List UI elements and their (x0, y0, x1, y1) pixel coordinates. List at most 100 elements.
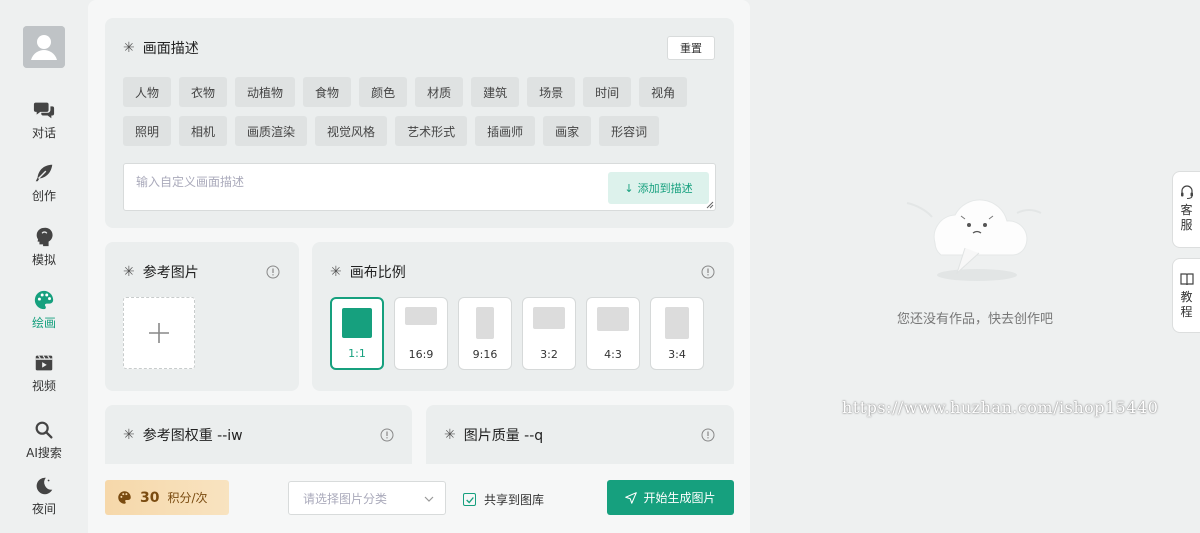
ratio-label: 16:9 (408, 348, 434, 361)
nav-label-ai-search: AI搜索 (26, 446, 62, 460)
ratio-shape (476, 307, 494, 339)
reference-title: ✳ 参考图片 (123, 262, 199, 282)
weight-title-text: 参考图权重 --iw (142, 428, 243, 444)
generate-image-button[interactable]: 开始生成图片 (607, 480, 734, 515)
info-icon[interactable] (701, 428, 715, 442)
ratio-option-9-16[interactable]: 9:16 (458, 297, 512, 370)
nav-item-draw[interactable]: 绘画 (0, 289, 88, 331)
moon-icon (33, 475, 55, 497)
plus-icon (149, 323, 169, 343)
points-value: 30 (140, 489, 160, 506)
nav-item-ai-search[interactable]: AI搜索 (0, 419, 88, 461)
ratio-shape (597, 307, 629, 331)
share-to-gallery: 共享到图库 (463, 491, 544, 508)
nav-item-chat[interactable]: 对话 (0, 99, 88, 141)
chat-icon (33, 99, 55, 121)
description-title: ✳ 画面描述 (123, 38, 199, 58)
bottom-bar: 30 积分/次 请选择图片分类 共享到图库 开始生成图片 (88, 464, 750, 533)
nav-label-create: 创作 (31, 189, 56, 203)
tag-button[interactable]: 插画师 (475, 116, 536, 146)
ratio-option-3-2[interactable]: 3:2 (522, 297, 576, 370)
tag-button[interactable]: 画质渲染 (235, 116, 308, 146)
tag-button[interactable]: 人物 (123, 77, 172, 107)
resize-grip-icon[interactable] (706, 201, 714, 209)
tag-button[interactable]: 时间 (583, 77, 632, 107)
description-input[interactable] (136, 172, 596, 192)
nav-label-night-mode: 夜间 (31, 502, 56, 516)
tag-button[interactable]: 衣物 (179, 77, 228, 107)
tag-button[interactable]: 动植物 (235, 77, 296, 107)
tag-row-1: 人物 衣物 动植物 食物 颜色 材质 建筑 场景 时间 视角 (123, 77, 723, 107)
ratio-option-16-9[interactable]: 16:9 (394, 297, 448, 370)
ratio-option-4-3[interactable]: 4:3 (586, 297, 640, 370)
send-icon (625, 491, 638, 504)
customer-service-button[interactable]: 客 服 (1172, 171, 1200, 248)
nav-item-video[interactable]: 视频 (0, 352, 88, 394)
ratio-label: 9:16 (472, 348, 498, 361)
ratio-option-1-1[interactable]: 1:1 (330, 297, 384, 370)
reference-title-text: 参考图片 (142, 265, 199, 281)
tag-button[interactable]: 建筑 (471, 77, 520, 107)
search-icon (33, 419, 55, 441)
tag-button[interactable]: 相机 (179, 116, 228, 146)
tag-button[interactable]: 颜色 (359, 77, 408, 107)
tag-button[interactable]: 照明 (123, 116, 172, 146)
asterisk-icon: ✳ (123, 264, 135, 280)
sidebar: 对话 创作 模拟 绘画 视频 AI搜索 夜间 (0, 0, 88, 533)
tag-button[interactable]: 艺术形式 (395, 116, 468, 146)
tag-button[interactable]: 食物 (303, 77, 352, 107)
upload-image-button[interactable] (123, 297, 195, 369)
generate-label: 开始生成图片 (643, 491, 716, 505)
tag-button[interactable]: 材质 (415, 77, 464, 107)
book-icon (1179, 273, 1194, 286)
reference-image-card: ✳ 参考图片 (105, 242, 299, 391)
nav-label-chat: 对话 (31, 126, 56, 140)
points-badge: 30 积分/次 (105, 480, 229, 515)
tag-button[interactable]: 形容词 (599, 116, 660, 146)
ratio-option-3-4[interactable]: 3:4 (650, 297, 704, 370)
asterisk-icon: ✳ (330, 264, 342, 280)
canvas-title: ✳ 画布比例 (330, 262, 406, 282)
arrow-down-icon: ↓ (624, 181, 634, 195)
watermark-text: https://www.huzhan.com/ishop15440 (842, 398, 1159, 417)
nav-item-simulate[interactable]: 模拟 (0, 226, 88, 268)
palette-icon (118, 491, 131, 504)
ratio-shape (665, 307, 689, 339)
ratio-label: 3:4 (668, 348, 686, 361)
canvas-title-text: 画布比例 (349, 265, 406, 281)
service-label-2: 服 (1180, 218, 1193, 232)
asterisk-icon: ✳ (444, 427, 456, 443)
category-select[interactable]: 请选择图片分类 (288, 481, 446, 515)
tag-button[interactable]: 画家 (543, 116, 592, 146)
main-panel: ✳ 画面描述 重置 人物 衣物 动植物 食物 颜色 材质 建筑 场景 时间 视角 照明 相机 画质渲染… (88, 0, 750, 533)
info-icon[interactable] (701, 265, 715, 279)
chevron-down-icon (424, 496, 434, 502)
nav-label-video: 视频 (31, 379, 56, 393)
info-icon[interactable] (380, 428, 394, 442)
info-icon[interactable] (266, 265, 280, 279)
check-icon (465, 496, 474, 503)
quality-title-text: 图片质量 --q (463, 428, 544, 444)
nav-item-night-mode[interactable]: 夜间 (0, 475, 88, 517)
empty-cloud-illustration (906, 199, 1042, 281)
points-unit: 积分/次 (167, 491, 208, 505)
add-to-description-button[interactable]: ↓ 添加到描述 (608, 172, 709, 204)
avatar[interactable] (23, 26, 65, 68)
palette-icon (33, 289, 55, 311)
tag-button[interactable]: 视角 (639, 77, 688, 107)
ratio-label: 4:3 (604, 348, 622, 361)
nav-item-create[interactable]: 创作 (0, 162, 88, 204)
canvas-ratio-card: ✳ 画布比例 1:1 16:9 9:16 3:2 4:3 3:4 (312, 242, 734, 391)
tag-button[interactable]: 视觉风格 (315, 116, 388, 146)
share-checkbox[interactable] (463, 493, 476, 506)
tag-button[interactable]: 场景 (527, 77, 576, 107)
tutorial-button[interactable]: 教 程 (1172, 258, 1200, 333)
feather-icon (33, 162, 55, 184)
reset-button[interactable]: 重置 (667, 36, 715, 60)
weight-title: ✳ 参考图权重 --iw (123, 425, 243, 445)
tag-list: 人物 衣物 动植物 食物 颜色 材质 建筑 场景 时间 视角 照明 相机 画质渲染 视觉风格 艺术形式 插画… (123, 77, 723, 155)
service-label-1: 客 (1180, 203, 1193, 217)
share-label: 共享到图库 (484, 493, 545, 507)
ratio-shape (533, 307, 565, 329)
category-placeholder: 请选择图片分类 (303, 491, 388, 506)
